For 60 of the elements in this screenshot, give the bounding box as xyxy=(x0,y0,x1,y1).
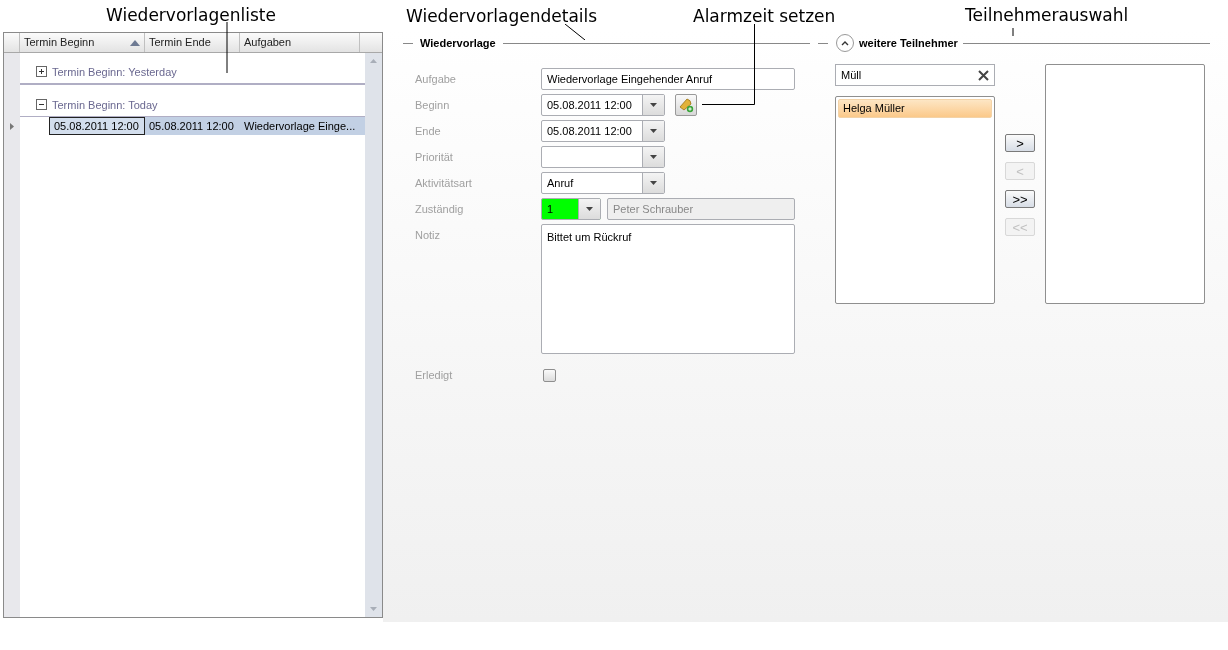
scroll-down-icon[interactable] xyxy=(370,607,377,611)
expand-icon xyxy=(36,66,47,78)
field-label: Ende xyxy=(415,124,442,139)
assignee-combo[interactable]: 1 xyxy=(541,198,601,220)
field-label: Beginn xyxy=(415,98,451,113)
column-header[interactable]: Termin Ende xyxy=(145,33,240,52)
dropdown-button[interactable] xyxy=(642,173,664,193)
column-header[interactable]: Termin Beginn xyxy=(20,33,145,52)
caret-icon xyxy=(650,181,657,185)
transfer-button[interactable]: >> xyxy=(1005,190,1035,208)
annotation-label: Wiedervorlagendetails xyxy=(406,5,598,28)
collapse-icon xyxy=(36,99,47,111)
field-label: Priorität xyxy=(415,150,454,165)
leader-line xyxy=(226,22,228,73)
dropdown-button[interactable] xyxy=(578,199,600,219)
table-cell-text: Wiedervorlage Einge... xyxy=(243,118,357,134)
collapse-button[interactable] xyxy=(836,34,854,52)
annotation-label: Wiedervorlagenliste xyxy=(106,4,276,27)
date-combo[interactable]: 05.08.2011 12:00 xyxy=(541,120,665,142)
search-field[interactable]: Müll xyxy=(835,64,995,86)
assignee-name-field: Peter Schrauber xyxy=(607,198,795,220)
field-label: Zuständig xyxy=(415,202,465,217)
row-indicator-icon xyxy=(10,122,14,130)
section-title: Wiedervorlage xyxy=(419,35,497,51)
dropdown-button[interactable] xyxy=(642,147,664,167)
table-row[interactable]: 05.08.2011 12:00 05.08.2011 12:00 Wiedervorlage Einge... xyxy=(49,117,365,135)
column-header[interactable]: Aufgaben xyxy=(240,33,360,52)
field-label: Aktivitätsart xyxy=(415,176,473,191)
chevron-up-icon xyxy=(841,40,849,46)
caret-icon xyxy=(650,155,657,159)
caret-icon xyxy=(650,129,657,133)
group-header[interactable]: Termin Beginn: Yesterday xyxy=(20,63,177,80)
annotation-label: Alarmzeit setzen xyxy=(693,5,836,28)
list-item[interactable]: Helga Müller xyxy=(838,99,992,118)
date-combo[interactable]: Anruf xyxy=(541,172,665,194)
field-label: Notiz xyxy=(415,228,442,243)
group-header[interactable]: Termin Beginn: Today xyxy=(20,96,158,113)
table-cell-text: 05.08.2011 12:00 xyxy=(148,118,235,134)
text-field[interactable]: Wiedervorlage Eingehender Anruf xyxy=(541,68,795,90)
transfer-button[interactable]: > xyxy=(1005,134,1035,152)
annotation-label: Teilnehmerauswahl xyxy=(965,4,1129,26)
alarm-button[interactable] xyxy=(675,94,697,116)
field-label: Aufgabe xyxy=(415,72,457,87)
table-cell: 05.08.2011 12:00 xyxy=(49,117,145,135)
selected-participants-list[interactable] xyxy=(1045,64,1205,304)
scrollbar[interactable] xyxy=(365,53,382,617)
field-label: Erledigt xyxy=(415,368,454,383)
caret-icon xyxy=(586,207,593,211)
note-textarea[interactable]: Bittet um Rückruf xyxy=(541,224,795,354)
leader-line xyxy=(1012,28,1014,36)
date-combo[interactable]: 05.08.2011 12:00 xyxy=(541,94,665,116)
close-icon[interactable] xyxy=(978,69,989,81)
dropdown-button[interactable] xyxy=(642,121,664,141)
section-title: weitere Teilnehmer xyxy=(858,35,959,51)
scroll-up-icon[interactable] xyxy=(370,59,377,63)
sort-ascending-icon xyxy=(130,39,140,46)
leader-line xyxy=(565,24,585,40)
caret-icon xyxy=(650,103,657,107)
done-checkbox[interactable] xyxy=(543,368,556,382)
dropdown-button[interactable] xyxy=(642,95,664,115)
